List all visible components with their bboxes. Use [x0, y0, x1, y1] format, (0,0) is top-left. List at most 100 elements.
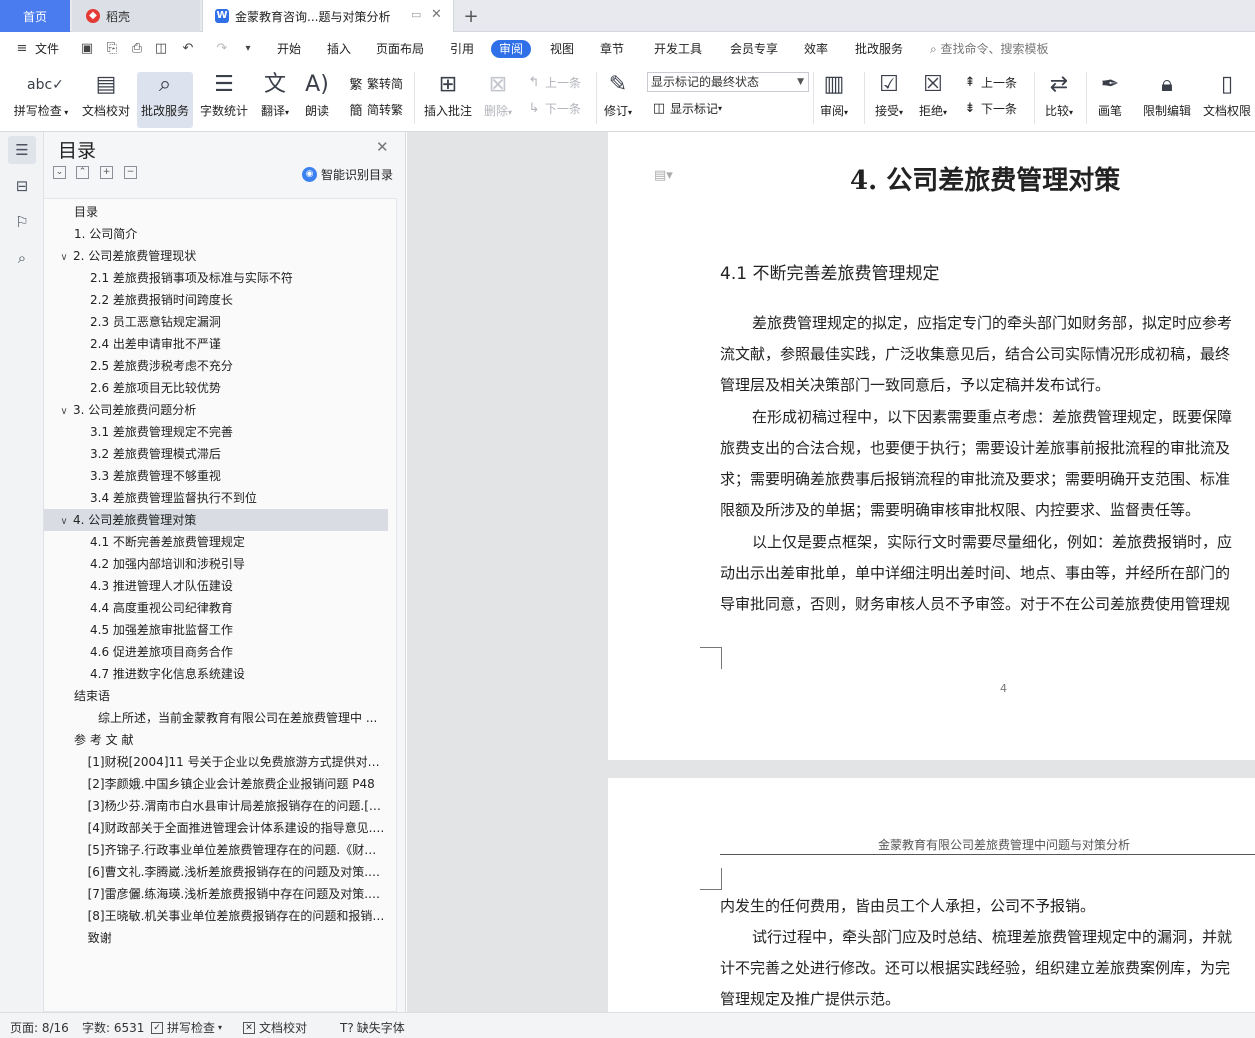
export-pdf-icon[interactable]: ⎘	[104, 41, 120, 57]
toc-item[interactable]: 4.1 不断完善差旅费管理规定	[44, 531, 388, 553]
save-icon[interactable]: ▣	[79, 41, 95, 57]
menu-chapter[interactable]: 章节	[600, 40, 624, 58]
undo-icon[interactable]: ↶	[180, 41, 196, 57]
print-icon[interactable]: ⎙	[129, 41, 145, 57]
toc-item[interactable]: 目录	[44, 201, 388, 223]
toc-item[interactable]: 3.2 差旅费管理模式滞后	[44, 443, 388, 465]
toc-item[interactable]: 综上所述，当前金蒙教育有限公司在差旅费管理中 ...	[44, 707, 388, 729]
accept-button[interactable]: ☑ 接受▾	[870, 72, 908, 119]
delete-comment-button[interactable]: ⊠ 删除▾	[480, 72, 516, 119]
show-markup-button[interactable]: ◫ 显示标记 ▾	[651, 100, 722, 117]
trad-to-simp-button[interactable]: 繁繁转简	[348, 74, 403, 93]
insert-comment-button[interactable]: ⊞ 插入批注	[422, 72, 474, 119]
compare-button[interactable]: ⇄ 比较▾	[1040, 72, 1078, 119]
status-spell-check[interactable]: ✓ 拼写检查 ▾	[151, 1019, 222, 1036]
markup-display-select[interactable]: 显示标记的最终状态 ▼	[647, 72, 809, 92]
toc-item[interactable]: 3.3 差旅费管理不够重视	[44, 465, 388, 487]
command-search[interactable]: ⌕ 查找命令、搜索模板	[930, 40, 1049, 57]
document-proofread-button[interactable]: ▤ 文档校对	[78, 72, 134, 119]
toc-nav-icon[interactable]: ☰	[8, 136, 36, 164]
menu-start[interactable]: 开始	[277, 40, 301, 58]
toc-item[interactable]: [5]齐锦子.行政事业单位差旅费管理存在的问题.《财富 ...	[44, 839, 388, 861]
collapse-all-icon[interactable]: ⌄	[53, 166, 66, 179]
menu-page-layout[interactable]: 页面布局	[376, 40, 424, 58]
pin-icon[interactable]: ▭	[411, 8, 421, 21]
menu-references[interactable]: 引用	[450, 40, 474, 58]
toc-item[interactable]: 3.4 差旅费管理监督执行不到位	[44, 487, 388, 509]
tab-docer[interactable]: ◆ 稻壳	[72, 0, 200, 32]
toc-item[interactable]: 2.3 员工恶意钻规定漏洞	[44, 311, 388, 333]
toc-item[interactable]: 4.2 加强内部培训和涉税引导	[44, 553, 388, 575]
next-change-button[interactable]: ⇟ 下一条	[962, 100, 1017, 117]
document-permission-button[interactable]: ▯ 文档权限	[1200, 72, 1254, 119]
document-page[interactable]: 金蒙教育有限公司差旅费管理中问题与对策分析 内发生的任何费用，皆由员工个人承担，…	[608, 778, 1255, 1012]
track-changes-button[interactable]: ✎ 修订▾	[600, 72, 636, 119]
document-canvas[interactable]: ▤▾ 4. 公司差旅费管理对策 4.1 不断完善差旅费管理规定 差旅费管理规定的…	[407, 132, 1255, 1012]
next-comment-button[interactable]: ↳ 下一条	[526, 100, 581, 117]
status-proofread[interactable]: ✕ 文档校对	[243, 1019, 307, 1036]
tab-home[interactable]: 首页	[0, 0, 70, 32]
toc-item[interactable]: 4.5 加强差旅审批监督工作	[44, 619, 388, 641]
translate-button[interactable]: 文翻译▾	[256, 72, 294, 119]
toc-item[interactable]: 4.3 推进管理人才队伍建设	[44, 575, 388, 597]
menu-insert[interactable]: 插入	[327, 40, 351, 58]
chevron-down-icon[interactable]: ∨	[58, 401, 70, 421]
toc-item[interactable]: 参 考 文 献	[44, 729, 388, 751]
menu-developer[interactable]: 开发工具	[654, 40, 702, 58]
menu-member[interactable]: 会员专享	[730, 40, 778, 58]
document-page[interactable]: ▤▾ 4. 公司差旅费管理对策 4.1 不断完善差旅费管理规定 差旅费管理规定的…	[608, 132, 1255, 760]
toc-item[interactable]: ∨ 4. 公司差旅费管理对策	[44, 509, 388, 531]
word-count[interactable]: 字数: 6531	[82, 1019, 144, 1036]
toc-item[interactable]: [4]财政部关于全面推进管理会计体系建设的指导意见.财 ...	[44, 817, 388, 839]
toc-item[interactable]: 结束语	[44, 685, 388, 707]
chevron-down-icon[interactable]: ∨	[58, 511, 70, 531]
toc-item[interactable]: [1]财税[2004]11 号关于企业以免费旅游方式提供对营 ...	[44, 751, 388, 773]
chevron-down-icon[interactable]: ∨	[58, 247, 70, 267]
toc-item[interactable]: 4.7 推进数字化信息系统建设	[44, 663, 388, 685]
previous-comment-button[interactable]: ↰ 上一条	[526, 74, 581, 91]
simp-to-trad-button[interactable]: 簡简转繁	[348, 100, 403, 119]
toc-item[interactable]: [6]曹文礼.李腾崴.浅析差旅费报销存在的问题及对策.《 ...	[44, 861, 388, 883]
spell-check-button[interactable]: abc✓ 拼写检查 ▾	[10, 72, 72, 119]
reject-button[interactable]: ☒ 拒绝▾	[914, 72, 952, 119]
pen-button[interactable]: ✒ 画笔	[1094, 72, 1126, 119]
toc-item[interactable]: 4.4 高度重视公司纪律教育	[44, 597, 388, 619]
expand-all-icon[interactable]: ⌃	[76, 166, 89, 179]
hamburger-icon[interactable]: ≡	[14, 41, 30, 57]
missing-font[interactable]: T? 缺失字体	[340, 1019, 405, 1036]
toc-item[interactable]: 2.4 出差申请审批不严谨	[44, 333, 388, 355]
toc-item[interactable]: 2.6 差旅项目无比较优势	[44, 377, 388, 399]
print-preview-icon[interactable]: ◫	[153, 41, 169, 57]
remove-heading-icon[interactable]: −	[124, 166, 137, 179]
read-aloud-button[interactable]: A) 朗读	[300, 72, 334, 119]
toc-item[interactable]: ∨ 2. 公司差旅费管理现状	[44, 245, 388, 267]
page-indicator[interactable]: 页面: 8/16	[10, 1019, 69, 1036]
toc-item[interactable]: [2]李颜娥.中国乡镇企业会计差旅费企业报销问题 P48	[44, 773, 388, 795]
previous-change-button[interactable]: ⇞ 上一条	[962, 74, 1017, 91]
tab-document[interactable]: W 金蒙教育咨询...题与对策分析 ▭ ✕	[202, 0, 454, 32]
smart-toc-button[interactable]: ◉ 智能识别目录	[302, 166, 393, 183]
toc-item[interactable]: ∨ 3. 公司差旅费问题分析	[44, 399, 388, 421]
review-pane-button[interactable]: ▥ 审阅▾	[816, 72, 852, 119]
menu-file[interactable]: 文件	[35, 40, 59, 58]
close-icon[interactable]: ✕	[376, 138, 389, 156]
toc-item[interactable]: [8]王晓敏.机关事业单位差旅费报销存在的问题和报销流 ...	[44, 905, 388, 927]
add-heading-icon[interactable]: +	[100, 166, 113, 179]
menu-review[interactable]: 审阅	[491, 40, 532, 58]
toc-item[interactable]: 2.5 差旅费涉税考虑不充分	[44, 355, 388, 377]
toc-item[interactable]: 1. 公司简介	[44, 223, 388, 245]
correction-service-button[interactable]: ⌕ 批改服务	[137, 72, 193, 128]
menu-correction[interactable]: 批改服务	[855, 40, 903, 58]
word-count-button[interactable]: ☰ 字数统计	[198, 72, 250, 119]
page-options-icon[interactable]: ▤▾	[654, 168, 673, 183]
toc-item[interactable]: [7]雷彦儷.练海瑛.浅析差旅费报销中存在问题及对策.《 ...	[44, 883, 388, 905]
toc-item[interactable]: 3.1 差旅费管理规定不完善	[44, 421, 388, 443]
toc-item[interactable]: 4.6 促进差旅项目商务合作	[44, 641, 388, 663]
restrict-editing-button[interactable]: 🔒︎ 限制编辑	[1140, 72, 1194, 119]
toc-item[interactable]: 致谢	[44, 927, 388, 949]
toc-item[interactable]: [3]杨少芬.渭南市白水县审计局差旅报销存在的问题.[20 ...	[44, 795, 388, 817]
chapter-nav-icon[interactable]: ⊟	[8, 172, 36, 200]
menu-efficiency[interactable]: 效率	[804, 40, 828, 58]
toc-item[interactable]: 2.1 差旅费报销事项及标准与实际不符	[44, 267, 388, 289]
toc-item[interactable]: 2.2 差旅费报销时间跨度长	[44, 289, 388, 311]
